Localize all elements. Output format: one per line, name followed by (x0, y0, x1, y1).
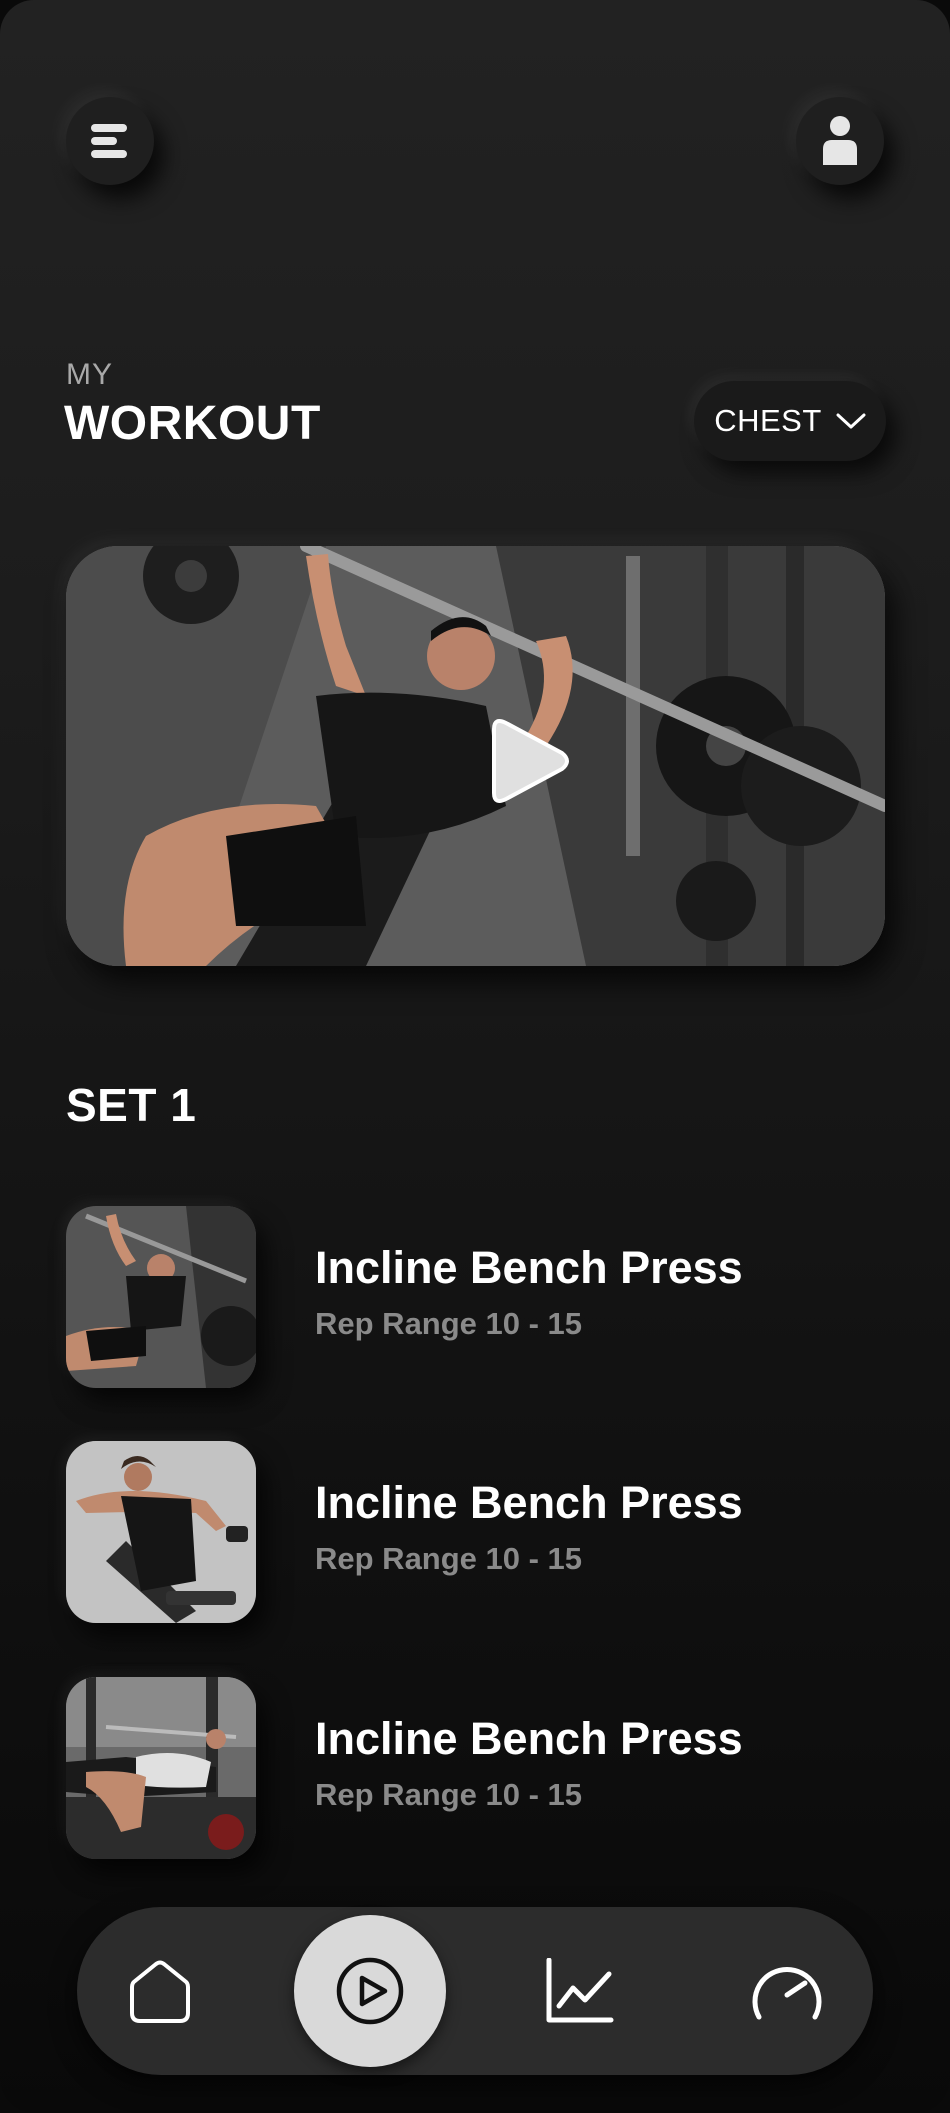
exercise-rep-range: Rep Range 10 - 15 (315, 1306, 583, 1341)
app-screen: MY WORKOUT CHEST SET 1 Incline Bench Pre… (0, 0, 950, 2113)
dropdown-selected-value: CHEST (714, 403, 822, 438)
home-icon (130, 1960, 190, 2023)
exercise-thumbnail (66, 1206, 256, 1388)
chevron-down-icon (836, 413, 866, 429)
menu-button[interactable] (66, 97, 154, 185)
profile-button[interactable] (796, 97, 884, 185)
nav-workout-button[interactable] (294, 1915, 446, 2067)
exercise-rep-range: Rep Range 10 - 15 (315, 1777, 583, 1812)
menu-icon (91, 124, 127, 158)
play-icon[interactable] (476, 711, 576, 811)
exercise-name: Incline Bench Press (315, 1242, 743, 1293)
nav-progress-button[interactable] (749, 1959, 825, 2023)
exercise-item[interactable]: Incline Bench Press Rep Range 10 - 15 (66, 1677, 886, 1863)
exercise-thumbnail (66, 1677, 256, 1859)
page-title: WORKOUT (64, 397, 321, 450)
set-title: SET 1 (66, 1079, 197, 1131)
play-circle-icon (336, 1957, 404, 2025)
speedometer-icon (752, 1967, 822, 2020)
workout-video-card[interactable] (66, 546, 885, 966)
exercise-thumbnail (66, 1441, 256, 1623)
user-icon (823, 116, 857, 165)
muscle-group-dropdown[interactable]: CHEST (694, 381, 886, 461)
nav-stats-button[interactable] (545, 1958, 615, 2024)
header-subtitle: MY (66, 358, 113, 391)
exercise-item[interactable]: Incline Bench Press Rep Range 10 - 15 (66, 1441, 886, 1627)
chart-icon (546, 1958, 614, 2023)
nav-home-button[interactable] (126, 1957, 194, 2025)
exercise-item[interactable]: Incline Bench Press Rep Range 10 - 15 (66, 1206, 886, 1392)
bottom-navigation (77, 1907, 873, 2075)
exercise-name: Incline Bench Press (315, 1477, 743, 1528)
exercise-rep-range: Rep Range 10 - 15 (315, 1541, 583, 1576)
exercise-name: Incline Bench Press (315, 1713, 743, 1764)
